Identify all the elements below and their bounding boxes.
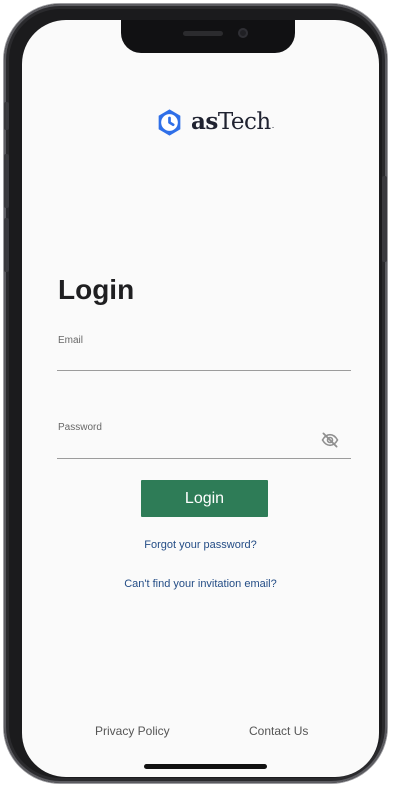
login-screen: asTech. Login Email Password Login Forgo…	[22, 20, 379, 777]
volume-up-button	[4, 154, 9, 208]
eye-off-icon	[321, 432, 339, 448]
login-button[interactable]: Login	[141, 480, 268, 517]
password-field[interactable]	[57, 438, 327, 458]
password-underline	[57, 458, 351, 459]
page-title: Login	[58, 274, 135, 305]
brand-name-regular: Tech	[217, 108, 271, 135]
mute-switch	[4, 102, 9, 130]
speaker-grille	[183, 31, 223, 36]
brand-name-bold: as	[191, 107, 218, 135]
brand-name: asTech.	[191, 110, 274, 134]
power-button	[382, 176, 387, 262]
phone-frame: asTech. Login Email Password Login Forgo…	[4, 4, 387, 783]
email-underline	[57, 370, 351, 371]
email-field[interactable]	[57, 350, 327, 370]
home-indicator[interactable]	[144, 764, 267, 769]
password-label: Password	[58, 422, 102, 433]
volume-down-button	[4, 218, 9, 272]
invitation-email-link[interactable]: Can't find your invitation email?	[22, 577, 379, 591]
forgot-password-link[interactable]: Forgot your password?	[22, 538, 379, 552]
email-label: Email	[58, 335, 84, 346]
contact-us-link[interactable]: Contact Us	[249, 724, 308, 738]
camera-icon	[238, 28, 248, 38]
brand-name-suffix: .	[271, 120, 275, 130]
device-notch	[121, 20, 295, 53]
privacy-policy-link[interactable]: Privacy Policy	[95, 724, 170, 738]
brand-logo-icon	[158, 109, 181, 136]
brand-logo: asTech.	[154, 107, 274, 138]
password-visibility-toggle[interactable]	[320, 430, 340, 450]
